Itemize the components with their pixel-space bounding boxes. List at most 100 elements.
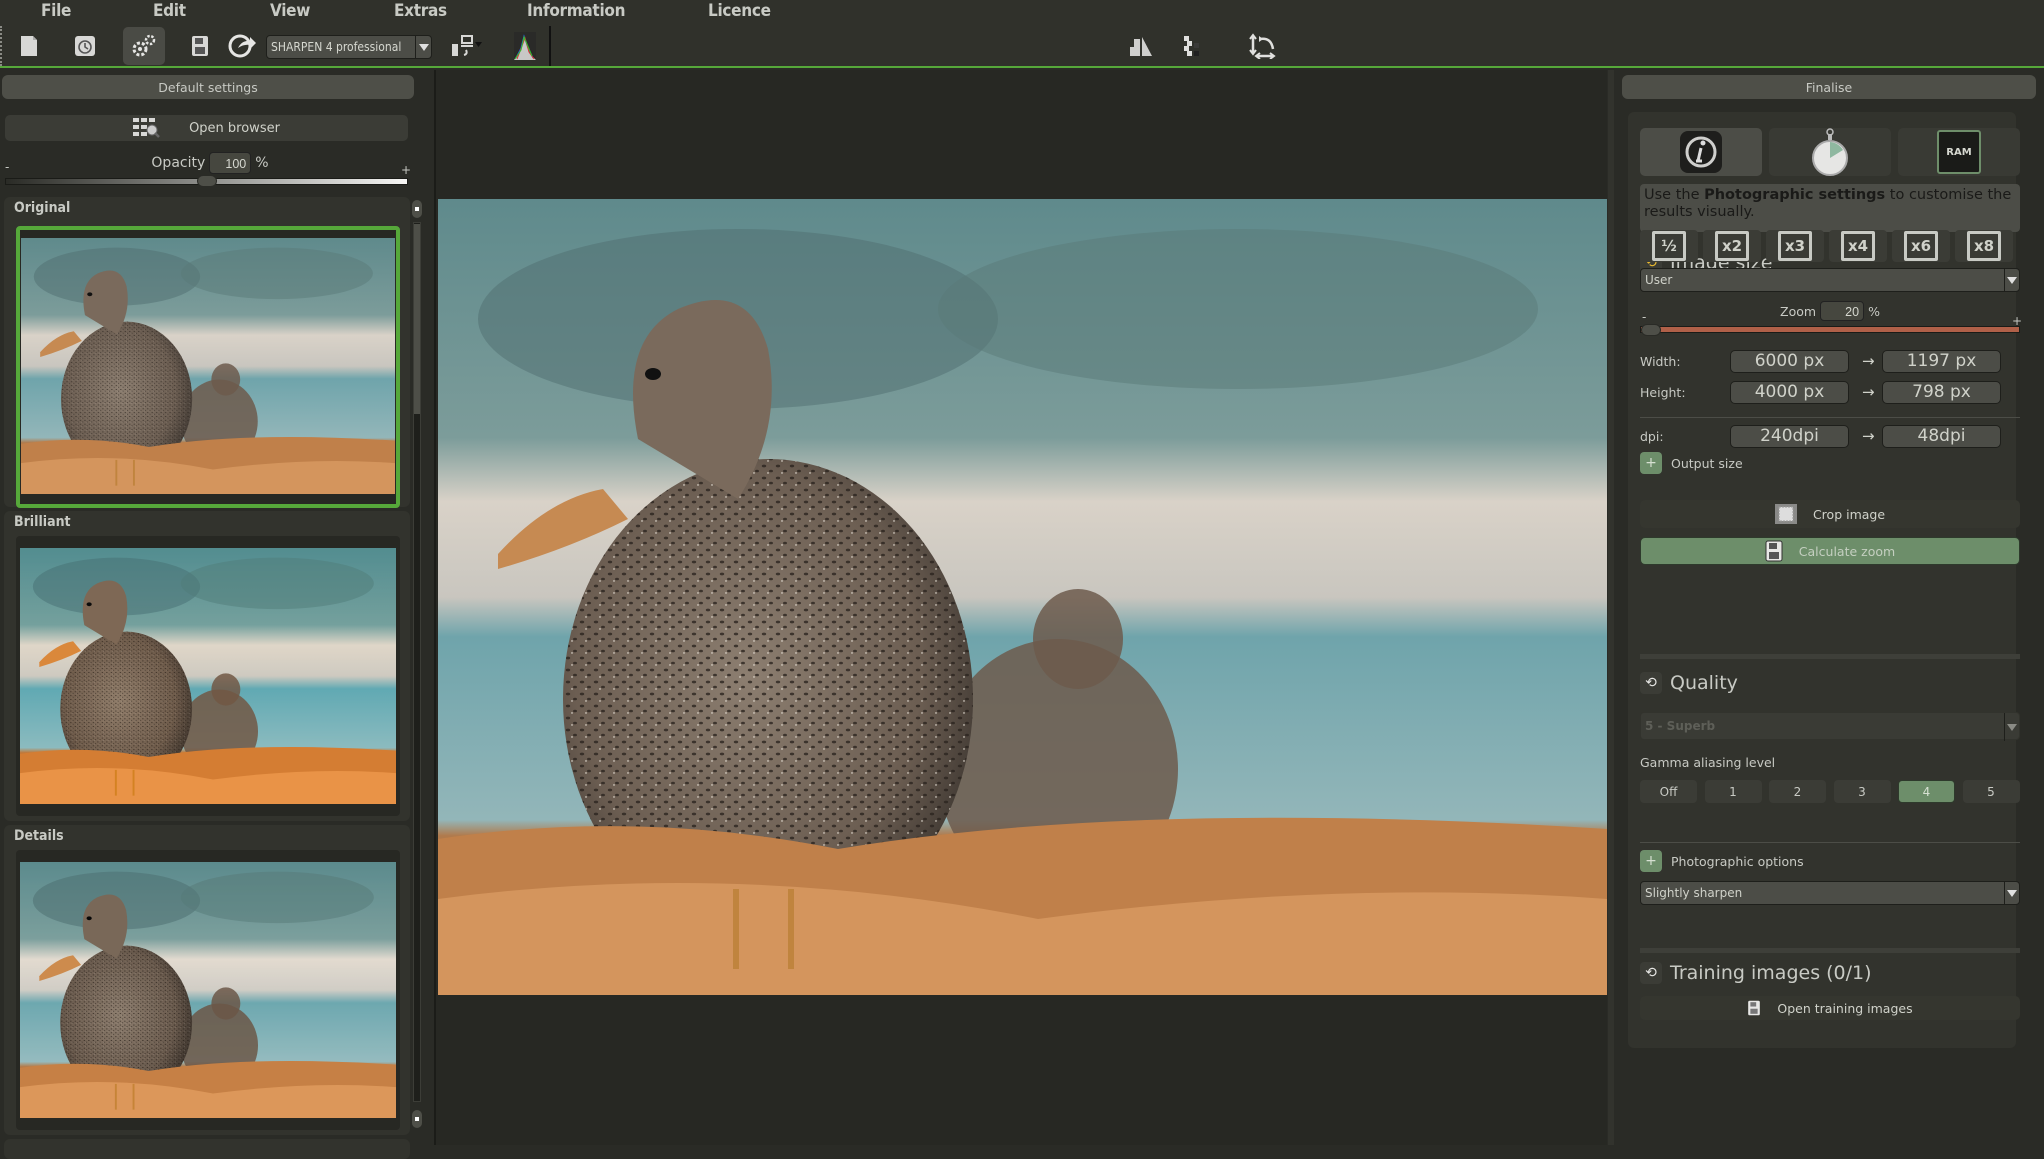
presets-scrollbar[interactable] [412,200,422,1145]
quality-dropdown[interactable]: 5 - Superb [1640,712,2020,741]
width-to-field[interactable]: 1197 px [1882,350,2001,373]
scale-x4-button[interactable]: x4 [1829,230,1887,262]
zoom-slider-handle[interactable] [1641,324,1661,336]
preset-card-brilliant[interactable]: Brilliant [4,511,410,821]
opacity-input[interactable] [209,152,252,174]
scale-x2-button[interactable]: x2 [1703,230,1761,262]
scale-half-button[interactable]: ½ [1640,230,1698,262]
preset-card-details[interactable]: Details [4,825,410,1135]
open-training-images-button[interactable]: Open training images [1640,996,2020,1020]
chevron-down-icon [2004,269,2019,291]
split-compare-icon [1130,37,1152,56]
settings-button[interactable] [123,27,165,65]
menu-view[interactable]: View [270,1,310,21]
menu-edit[interactable]: Edit [153,1,186,21]
size-mode-value: User [1645,273,1673,287]
scroll-up-button[interactable] [412,200,422,218]
refresh-icon[interactable]: ⟲ [1640,962,1662,984]
scale-label: x2 [1715,231,1749,261]
info-tab[interactable] [1640,128,1762,176]
preset-title: Brilliant [14,514,71,530]
menu-file[interactable]: File [41,1,71,21]
plus-icon[interactable]: + [1640,850,1662,872]
histogram-button[interactable] [504,27,546,65]
photographic-dropdown[interactable]: Slightly sharpen [1640,881,2020,905]
arrow-icon: → [1862,352,1875,370]
height-label: Height: [1640,385,1686,400]
photographic-options-row[interactable]: + Photographic options [1640,850,1804,872]
refresh-icon[interactable]: ⟲ [1640,672,1662,694]
opacity-unit: % [255,155,269,171]
plus-icon[interactable]: + [1640,452,1662,474]
width-from-field[interactable]: 6000 px [1730,350,1849,373]
opacity-minus: - [5,160,10,174]
calculate-zoom-button[interactable]: Calculate zoom [1640,537,2020,565]
size-mode-dropdown[interactable]: User [1640,268,2020,292]
menu-licence[interactable]: Licence [708,1,771,21]
export-button[interactable] [221,27,263,65]
toolbar: SHARPEN 4 professional [0,24,2044,68]
image-canvas[interactable] [434,70,1607,1145]
open-training-images-label: Open training images [1777,1000,1913,1016]
zoom-input[interactable] [1820,301,1865,321]
gamma-option-1[interactable]: 1 [1704,780,1762,803]
menu-extras[interactable]: Extras [394,1,447,21]
crop-rotate-button[interactable] [1242,27,1284,65]
menu-information[interactable]: Information [527,1,625,21]
scale-x3-button[interactable]: x3 [1766,230,1824,262]
dpi-to-field[interactable]: 48dpi [1882,425,2001,448]
open-browser-button[interactable]: Open browser [5,115,408,141]
save-button[interactable] [179,27,221,65]
arrow-icon: → [1862,427,1875,445]
preset-card-next[interactable] [4,1139,410,1159]
dpi-from-field[interactable]: 240dpi [1730,425,1849,448]
histogram-icon [514,32,536,60]
settings-gears-icon [132,34,156,57]
ram-icon: RAM [1937,130,1981,174]
preset-thumbnail[interactable] [16,850,400,1130]
hint-bold: Photographic settings [1704,187,1886,203]
scale-x6-button[interactable]: x6 [1892,230,1950,262]
info-icon [1680,131,1722,173]
height-to-field[interactable]: 798 px [1882,381,2001,404]
preset-dropdown[interactable]: SHARPEN 4 professional [266,35,432,59]
gamma-option-5[interactable]: 5 [1962,780,2020,803]
view-mode-button[interactable] [446,27,488,65]
scroll-thumb[interactable] [414,224,420,414]
opacity-slider-handle[interactable] [197,175,217,187]
duck-thumbnail [20,862,396,1118]
new-file-button[interactable] [8,27,50,65]
finalise-button[interactable]: Finalise [1622,75,2036,99]
gamma-option-4[interactable]: 4 [1898,780,1955,803]
gamma-option-3[interactable]: 3 [1833,780,1891,803]
side-by-side-button[interactable] [1170,27,1212,65]
preset-thumbnail[interactable] [16,226,400,508]
dpi-label: dpi: [1640,429,1664,444]
side-by-side-icon [1184,36,1199,56]
gamma-option-off[interactable]: Off [1640,780,1697,803]
split-compare-button[interactable] [1120,27,1162,65]
ram-tab[interactable]: RAM [1898,128,2020,176]
crop-image-label: Crop image [1812,506,1886,522]
main-photo[interactable] [438,199,1607,995]
output-size-row[interactable]: + Output size [1640,452,1743,474]
scroll-down-button[interactable] [412,1110,422,1128]
preset-thumbnail[interactable] [16,536,400,816]
opacity-slider[interactable] [5,175,408,187]
history-button[interactable] [64,27,106,65]
training-images-section[interactable]: ⟲ Training images (0/1) [1640,962,1872,984]
gamma-option-2[interactable]: 2 [1769,780,1826,803]
timer-tab[interactable] [1769,128,1891,176]
zoom-slider[interactable] [1640,324,2020,336]
preset-card-original[interactable]: Original [4,197,410,508]
zoom-minus: - [1642,310,1647,324]
zoom-control: Zoom % [1628,301,2032,321]
toolbar-separator [0,26,2,66]
scale-label: x4 [1841,231,1875,261]
scale-x8-button[interactable]: x8 [1955,230,2013,262]
quality-section[interactable]: ⟲ Quality [1640,672,1738,694]
crop-image-button[interactable]: Crop image [1640,500,2020,528]
preset-title: Original [14,200,71,216]
height-from-field[interactable]: 4000 px [1730,381,1849,404]
default-settings-button[interactable]: Default settings [2,75,414,99]
